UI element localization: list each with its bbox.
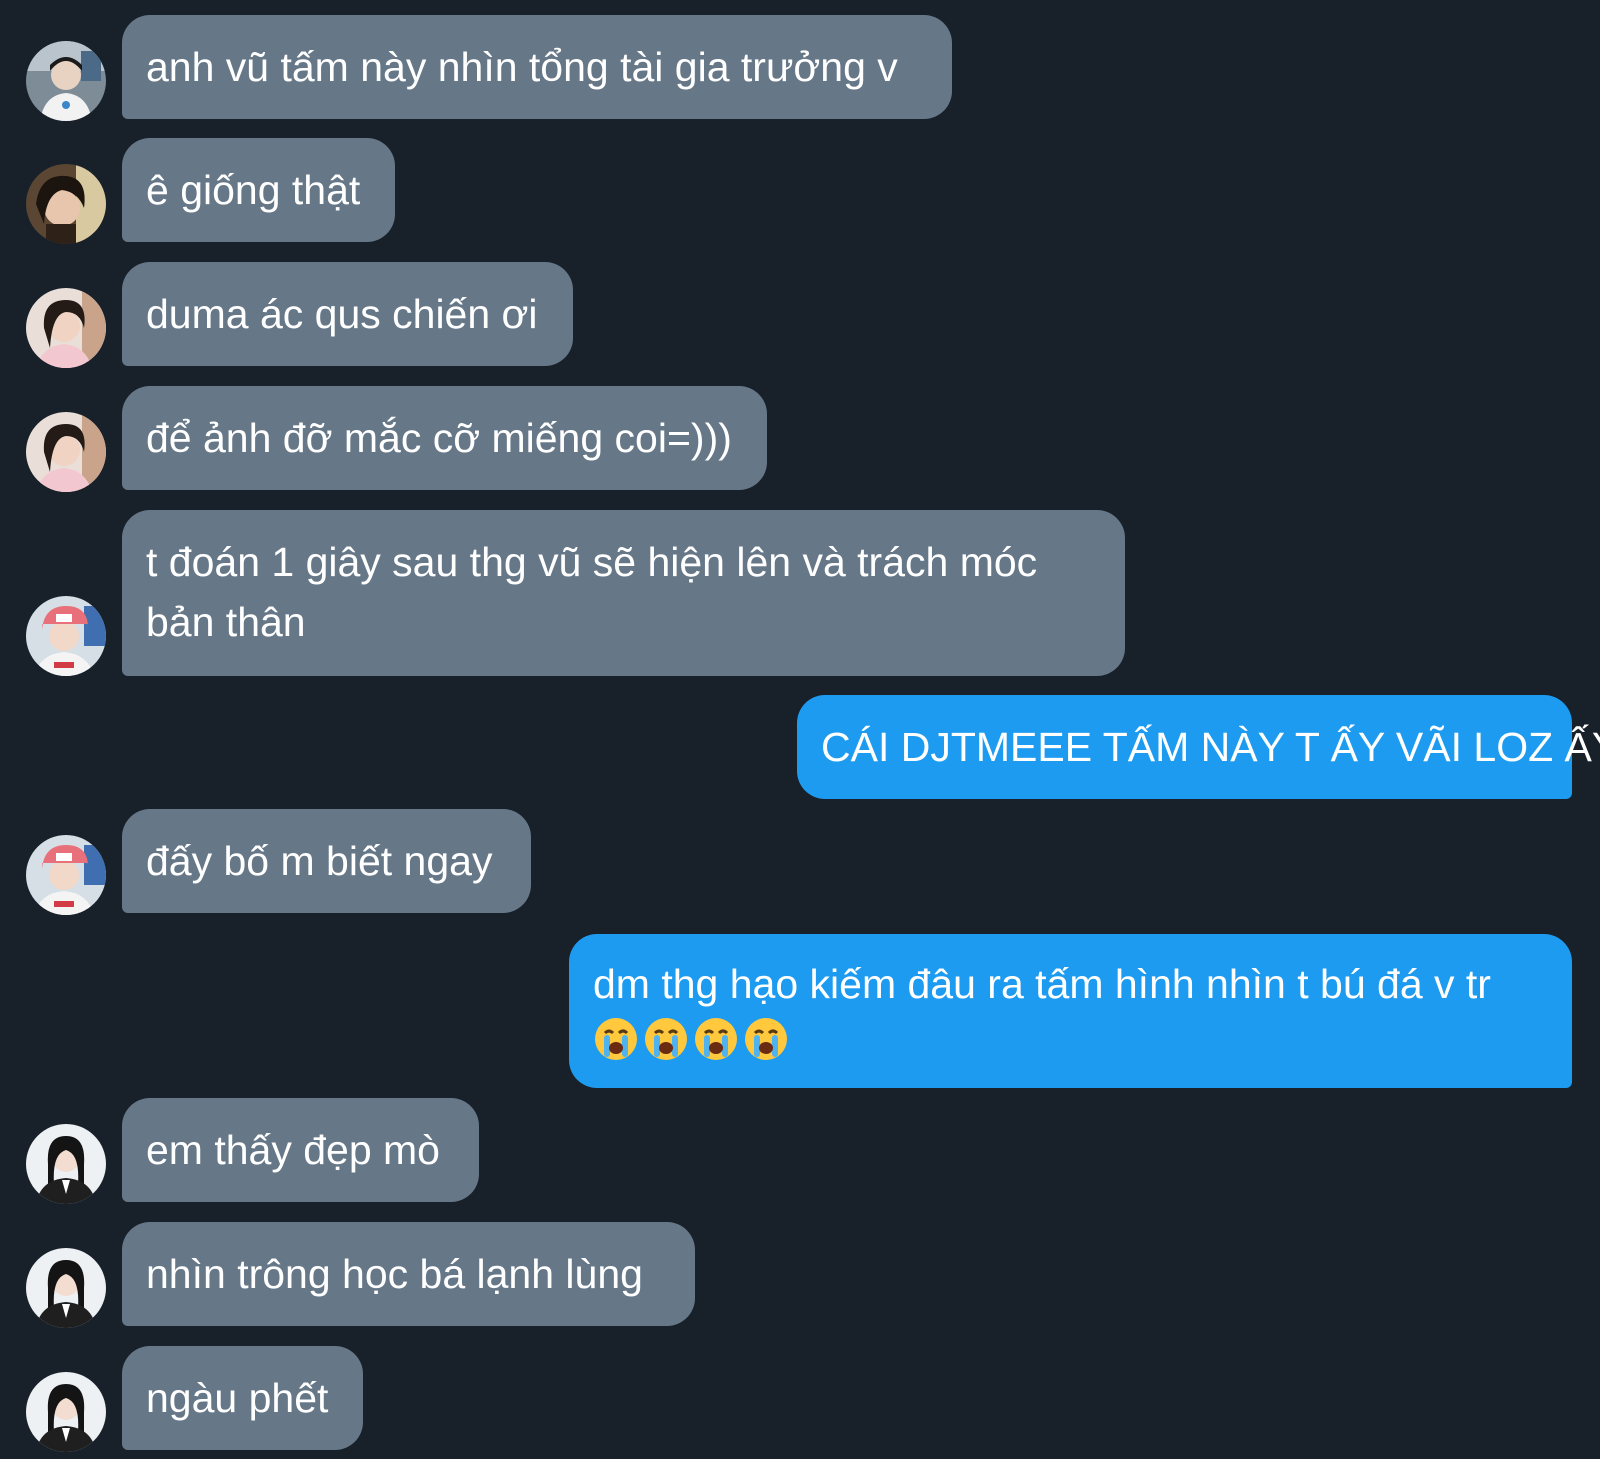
crying-face-icon <box>643 1016 689 1062</box>
message-row: CÁI DJTMEEE TẤM NÀY T ẤY VÃI LOZ ẤY <box>0 695 1600 799</box>
message-bubble: để ảnh đỡ mắc cỡ miếng coi=))) <box>122 386 767 490</box>
message-text: dm thg hạo kiếm đâu ra tấm hình nhìn t b… <box>593 961 1491 1007</box>
avatar[interactable] <box>26 596 106 676</box>
message-text: em thấy đẹp mò <box>146 1127 440 1173</box>
message-bubble: em thấy đẹp mò <box>122 1098 479 1202</box>
message-row: nhìn trông học bá lạnh lùng <box>0 1222 1600 1328</box>
message-bubble: nhìn trông học bá lạnh lùng <box>122 1222 695 1326</box>
message-row: anh vũ tấm này nhìn tổng tài gia trưởng … <box>0 15 1600 121</box>
message-row: ngàu phết <box>0 1346 1600 1452</box>
message-text: nhìn trông học bá lạnh lùng <box>146 1251 643 1297</box>
message-bubble: ngàu phết <box>122 1346 363 1450</box>
chat-thread: anh vũ tấm này nhìn tổng tài gia trưởng … <box>0 0 1600 1459</box>
message-bubble: dm thg hạo kiếm đâu ra tấm hình nhìn t b… <box>569 934 1572 1088</box>
crying-face-icon <box>743 1016 789 1062</box>
avatar[interactable] <box>26 835 106 915</box>
message-text: anh vũ tấm này nhìn tổng tài gia trưởng … <box>146 44 898 90</box>
message-text: đấy bố m biết ngay <box>146 838 493 884</box>
emoji-row <box>593 1016 1548 1062</box>
avatar[interactable] <box>26 1372 106 1452</box>
message-bubble: đấy bố m biết ngay <box>122 809 531 913</box>
message-text: ê giống thật <box>146 167 361 213</box>
message-bubble: CÁI DJTMEEE TẤM NÀY T ẤY VÃI LOZ ẤY <box>797 695 1600 799</box>
avatar[interactable] <box>26 1248 106 1328</box>
message-text: để ảnh đỡ mắc cỡ miếng coi=))) <box>146 415 732 461</box>
message-text-line: t đoán 1 giây sau thg vũ sẽ hiện lên và … <box>146 539 1038 585</box>
message-bubble: anh vũ tấm này nhìn tổng tài gia trưởng … <box>122 15 952 119</box>
message-text: CÁI DJTMEEE TẤM NÀY T ẤY VÃI LOZ ẤY <box>821 724 1600 770</box>
message-row: để ảnh đỡ mắc cỡ miếng coi=))) <box>0 386 1600 492</box>
message-row: duma ác qus chiến ơi <box>0 262 1600 368</box>
message-bubble: ê giống thật <box>122 138 395 242</box>
message-row: đấy bố m biết ngay <box>0 809 1600 915</box>
avatar[interactable] <box>26 164 106 244</box>
crying-face-icon <box>693 1016 739 1062</box>
avatar[interactable] <box>26 1124 106 1204</box>
message-bubble: duma ác qus chiến ơi <box>122 262 573 366</box>
crying-face-icon <box>593 1016 639 1062</box>
message-text: ngàu phết <box>146 1375 329 1421</box>
message-bubble: t đoán 1 giây sau thg vũ sẽ hiện lên và … <box>122 510 1125 676</box>
message-row: t đoán 1 giây sau thg vũ sẽ hiện lên và … <box>0 510 1600 676</box>
message-row: em thấy đẹp mò <box>0 1098 1600 1204</box>
avatar[interactable] <box>26 288 106 368</box>
message-row: dm thg hạo kiếm đâu ra tấm hình nhìn t b… <box>0 934 1600 1088</box>
message-row: ê giống thật <box>0 138 1600 244</box>
message-text-line: bản thân <box>146 599 306 645</box>
message-text: duma ác qus chiến ơi <box>146 291 538 337</box>
avatar[interactable] <box>26 41 106 121</box>
avatar[interactable] <box>26 412 106 492</box>
